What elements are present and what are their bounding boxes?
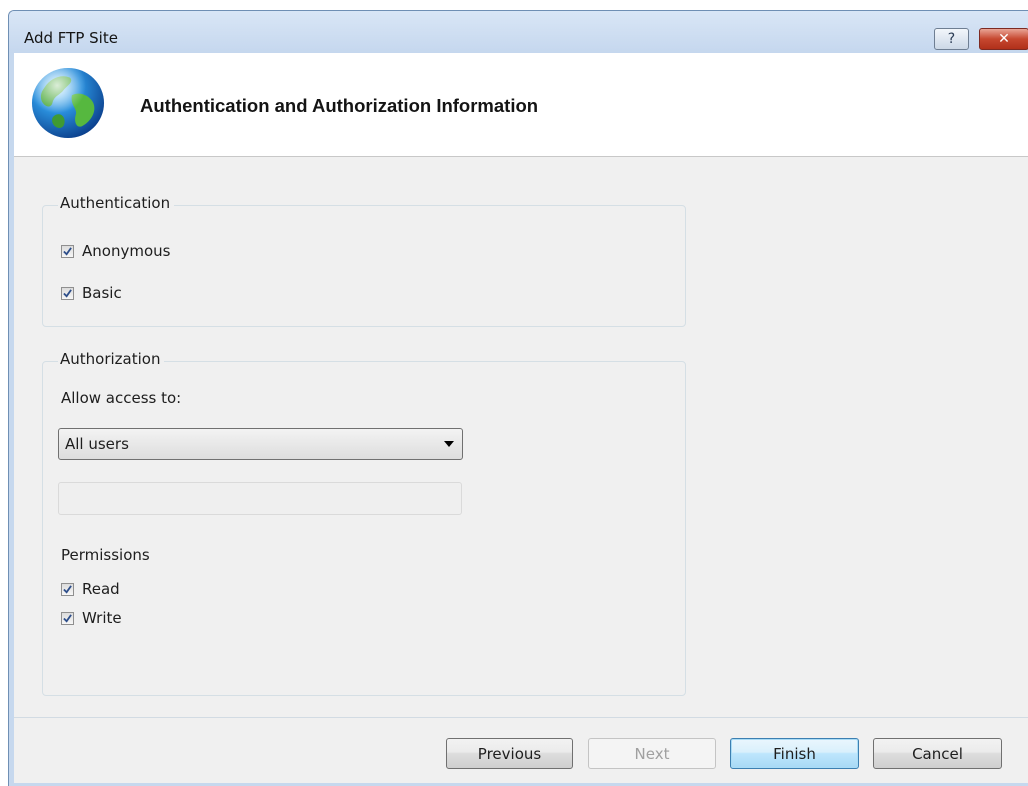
anonymous-label: Anonymous bbox=[82, 242, 171, 260]
authorization-group bbox=[42, 361, 686, 696]
checkbox-box[interactable] bbox=[61, 244, 74, 258]
read-label: Read bbox=[82, 580, 120, 598]
basic-checkbox[interactable]: Basic bbox=[61, 284, 122, 302]
allow-access-label: Allow access to: bbox=[61, 389, 182, 407]
check-icon bbox=[63, 584, 72, 594]
add-ftp-site-dialog: Add FTP Site ? ✕ Authentication and Auth… bbox=[8, 10, 1028, 786]
anonymous-checkbox[interactable]: Anonymous bbox=[61, 242, 170, 260]
basic-label: Basic bbox=[82, 284, 122, 302]
page-title: Authentication and Authorization Informa… bbox=[140, 95, 539, 116]
chevron-down-icon[interactable] bbox=[444, 441, 454, 447]
help-icon: ? bbox=[947, 31, 956, 47]
finish-button[interactable]: Finish bbox=[730, 738, 859, 769]
help-button[interactable]: ? bbox=[934, 28, 969, 50]
wizard-footer: Previous Next Finish Cancel bbox=[14, 717, 1028, 784]
next-button[interactable]: Next bbox=[588, 738, 716, 769]
wizard-header: Authentication and Authorization Informa… bbox=[14, 53, 1028, 157]
authentication-group bbox=[42, 205, 686, 327]
checkbox-box[interactable] bbox=[61, 611, 74, 625]
wizard-content: Authentication Anonymous Basic Authoriza… bbox=[14, 157, 1028, 717]
allow-access-value: All users bbox=[65, 435, 129, 453]
authentication-legend: Authentication bbox=[58, 194, 175, 212]
cancel-button[interactable]: Cancel bbox=[873, 738, 1002, 769]
close-button[interactable]: ✕ bbox=[979, 28, 1028, 50]
checkbox-box[interactable] bbox=[61, 582, 74, 596]
read-checkbox[interactable]: Read bbox=[61, 580, 120, 598]
previous-button[interactable]: Previous bbox=[446, 738, 573, 769]
globe-icon bbox=[31, 67, 105, 139]
write-checkbox[interactable]: Write bbox=[61, 609, 122, 627]
authorization-legend: Authorization bbox=[58, 350, 165, 368]
check-icon bbox=[63, 246, 72, 256]
title-bar[interactable]: Add FTP Site ? ✕ bbox=[9, 11, 1028, 53]
window-title: Add FTP Site bbox=[24, 29, 118, 47]
check-icon bbox=[63, 288, 72, 298]
checkbox-box[interactable] bbox=[61, 286, 74, 300]
allow-access-dropdown[interactable]: All users bbox=[58, 428, 463, 460]
close-icon: ✕ bbox=[998, 31, 1010, 47]
check-icon bbox=[63, 613, 72, 623]
permissions-label: Permissions bbox=[61, 546, 150, 564]
write-label: Write bbox=[82, 609, 122, 627]
user-names-field bbox=[58, 482, 462, 515]
